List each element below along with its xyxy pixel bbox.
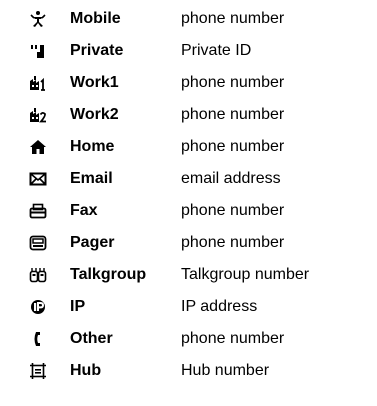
contact-type-label: Home [70,138,115,155]
pager-icon [29,234,47,252]
other-icon [29,330,47,348]
contact-type-label: Pager [70,234,115,251]
contact-type-label: Mobile [70,10,121,27]
list-item: Home phone number [0,131,377,163]
contact-type-description: phone number [181,74,285,91]
contact-type-description: phone number [181,106,285,123]
contact-type-label: Fax [70,202,98,219]
list-item: Email email address [0,163,377,195]
contact-type-description: IP address [181,298,258,315]
work2-icon [29,106,47,124]
contact-type-label: Talkgroup [70,266,147,283]
contact-type-description: Talkgroup number [181,266,310,283]
contact-type-description: phone number [181,138,285,155]
list-item: Hub Hub number [0,355,377,387]
list-item: Talkgroup Talkgroup number [0,259,377,291]
list-item: Private Private ID [0,35,377,67]
mobile-icon [29,10,47,28]
contact-type-label: Private [70,42,124,59]
hub-icon [29,362,47,380]
ip-icon [29,298,47,316]
contact-type-label: Work1 [70,74,119,91]
contact-type-description: Private ID [181,42,252,59]
list-item: Other phone number [0,323,377,355]
contact-type-label: Hub [70,362,102,379]
work1-icon [29,74,47,92]
contact-type-description: phone number [181,330,285,347]
talkgroup-icon [29,266,47,284]
list-item: Work1 phone number [0,67,377,99]
private-icon [29,42,47,60]
contact-type-description: phone number [181,202,285,219]
contact-type-description: email address [181,170,281,187]
contact-type-label: Email [70,170,113,187]
fax-icon [29,202,47,220]
contact-type-description: Hub number [181,362,270,379]
list-item: Fax phone number [0,195,377,227]
contact-type-label: Work2 [70,106,119,123]
contact-type-description: phone number [181,234,285,251]
list-item: Pager phone number [0,227,377,259]
list-item: IP IP address [0,291,377,323]
list-item: Work2 phone number [0,99,377,131]
contact-type-label: IP [70,298,86,315]
home-icon [29,138,47,156]
list-item: Mobile phone number [0,3,377,35]
email-icon [29,170,47,188]
contact-type-label: Other [70,330,113,347]
contact-type-description: phone number [181,10,285,27]
